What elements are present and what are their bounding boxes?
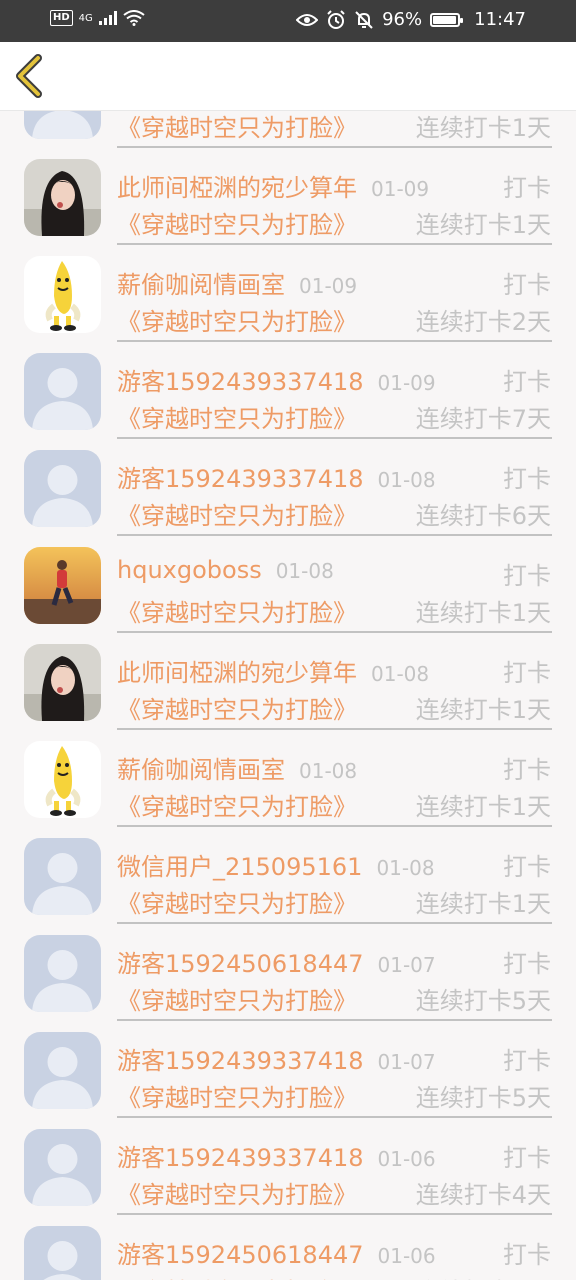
checkin-date: 01-08 bbox=[275, 559, 334, 583]
streak-label: 连续打卡4天 bbox=[416, 1272, 551, 1280]
checkin-action-label: 打卡 bbox=[503, 1241, 551, 1269]
checkin-row[interactable]: 薪偷咖阅情画室 01-09 打卡 《穿越时空只为打脸》 连续打卡2天 bbox=[0, 229, 576, 342]
user-name: 游客1592439337418 01-08 bbox=[117, 459, 436, 494]
nav-bar bbox=[0, 42, 576, 111]
user-name: 微信用户_215095161 01-08 bbox=[117, 847, 435, 882]
checkin-row[interactable]: 游客1592450618447 01-07 打卡 《穿越时空只为打脸》 连续打卡5… bbox=[0, 908, 576, 1021]
checkin-date: 01-06 bbox=[377, 1244, 436, 1268]
banana-avatar bbox=[24, 256, 101, 333]
battery-percent: 96% bbox=[382, 9, 423, 30]
checkin-row[interactable]: hquxgoboss 01-08 打卡 《穿越时空只为打脸》 连续打卡1天 bbox=[0, 520, 576, 633]
user-name-text: 微信用户_215095161 bbox=[117, 853, 363, 881]
default-avatar bbox=[24, 450, 101, 527]
runner-photo-avatar bbox=[24, 547, 101, 624]
checkin-action-label: 打卡 bbox=[503, 465, 551, 493]
checkin-date: 01-09 bbox=[377, 371, 436, 395]
eye-icon bbox=[296, 13, 319, 26]
user-name-text: 薪偷咖阅情画室 bbox=[117, 271, 285, 299]
chevron-left-icon bbox=[16, 54, 42, 98]
checkin-row[interactable]: 此师间椏渊的宛少算年 01-08 打卡 《穿越时空只为打脸》 连续打卡1天 bbox=[0, 617, 576, 730]
default-avatar bbox=[24, 1226, 101, 1280]
user-name-text: 游客1592439337418 bbox=[117, 1144, 364, 1172]
user-name-text: 游客1592439337418 bbox=[117, 465, 364, 493]
default-avatar bbox=[24, 353, 101, 430]
checkin-action-label: 打卡 bbox=[503, 271, 551, 299]
user-name: 游客1592450618447 01-06 bbox=[117, 1235, 436, 1270]
user-name: 游客1592439337418 01-07 bbox=[117, 1041, 436, 1076]
battery-icon bbox=[430, 12, 464, 27]
hd-badge: HD bbox=[50, 10, 73, 26]
checkin-date: 01-09 bbox=[299, 274, 358, 298]
checkin-row[interactable]: 游客1592450618447 01-06 打卡 《穿越时空只为打脸》 连续打卡4… bbox=[0, 1199, 576, 1280]
checkin-action-label: 打卡 bbox=[503, 562, 551, 590]
signal-icon bbox=[98, 11, 117, 25]
banana-avatar bbox=[24, 741, 101, 818]
user-name-text: 游客1592439337418 bbox=[117, 368, 364, 396]
user-name-text: 游客1592450618447 bbox=[117, 950, 364, 978]
checkin-date: 01-08 bbox=[371, 662, 430, 686]
user-name-text: 此师间椏渊的宛少算年 bbox=[117, 659, 357, 687]
user-name: 游客1592439337418 01-06 bbox=[117, 1138, 436, 1173]
checkin-action-label: 打卡 bbox=[503, 174, 551, 202]
back-button[interactable] bbox=[12, 54, 52, 98]
checkin-action-label: 打卡 bbox=[503, 950, 551, 978]
checkin-date: 01-09 bbox=[371, 177, 430, 201]
user-name: 游客1592450618447 01-07 bbox=[117, 944, 436, 979]
checkin-row[interactable]: 薪偷咖阅情画室 01-08 打卡 《穿越时空只为打脸》 连续打卡1天 bbox=[0, 714, 576, 827]
checkin-date: 01-07 bbox=[377, 953, 436, 977]
checkin-action-label: 打卡 bbox=[503, 1047, 551, 1075]
checkin-row[interactable]: 微信用户_215095161 01-08 打卡 《穿越时空只为打脸》 连续打卡1天 bbox=[0, 811, 576, 924]
checkin-row[interactable]: 游客159243933741801-09 打卡 《穿越时空只为打脸》 连续打卡1… bbox=[0, 111, 576, 148]
user-name-text: 游客1592439337418 bbox=[117, 1047, 364, 1075]
checkin-row[interactable]: 游客1592439337418 01-06 打卡 《穿越时空只为打脸》 连续打卡4… bbox=[0, 1102, 576, 1215]
clock: 11:47 bbox=[474, 9, 526, 30]
user-name: 游客1592439337418 01-09 bbox=[117, 362, 436, 397]
girl-photo-avatar bbox=[24, 644, 101, 721]
checkin-date: 01-07 bbox=[377, 1050, 436, 1074]
default-avatar bbox=[24, 1032, 101, 1109]
user-name: 此师间椏渊的宛少算年 01-09 bbox=[117, 168, 429, 203]
user-name: 此师间椏渊的宛少算年 01-08 bbox=[117, 653, 429, 688]
user-name-text: 此师间椏渊的宛少算年 bbox=[117, 174, 357, 202]
girl-photo-avatar bbox=[24, 159, 101, 236]
alarm-icon bbox=[327, 9, 345, 29]
checkin-action-label: 打卡 bbox=[503, 756, 551, 784]
checkin-date: 01-08 bbox=[376, 856, 435, 880]
bell-off-icon bbox=[355, 10, 373, 29]
checkin-row[interactable]: 游客1592439337418 01-07 打卡 《穿越时空只为打脸》 连续打卡5… bbox=[0, 1005, 576, 1118]
default-avatar bbox=[24, 838, 101, 915]
checkin-date: 01-06 bbox=[377, 1147, 436, 1171]
checkin-action-label: 打卡 bbox=[503, 659, 551, 687]
checkin-row[interactable]: 游客1592439337418 01-09 打卡 《穿越时空只为打脸》 连续打卡7… bbox=[0, 326, 576, 439]
checkin-action-label: 打卡 bbox=[503, 1144, 551, 1172]
user-name: hquxgoboss 01-08 bbox=[117, 556, 334, 584]
wifi-icon bbox=[123, 10, 145, 26]
checkin-row[interactable]: 游客1592439337418 01-08 打卡 《穿越时空只为打脸》 连续打卡6… bbox=[0, 423, 576, 536]
default-avatar bbox=[24, 1129, 101, 1206]
user-name-text: hquxgoboss bbox=[117, 556, 262, 584]
checkin-action-label: 打卡 bbox=[503, 368, 551, 396]
status-bar: HD 4G 96% 11:47 bbox=[0, 0, 576, 42]
user-name-text: 游客1592450618447 bbox=[117, 1241, 364, 1269]
checkin-action-label: 打卡 bbox=[503, 853, 551, 881]
checkin-date: 01-08 bbox=[377, 468, 436, 492]
checkin-row[interactable]: 此师间椏渊的宛少算年 01-09 打卡 《穿越时空只为打脸》 连续打卡1天 bbox=[0, 132, 576, 245]
default-avatar bbox=[24, 935, 101, 1012]
network-label: 4G bbox=[78, 12, 93, 24]
checkin-list[interactable]: 游客159243933741801-09 打卡 《穿越时空只为打脸》 连续打卡1… bbox=[0, 111, 576, 1280]
user-name: 薪偷咖阅情画室 01-09 bbox=[117, 265, 357, 300]
user-name-text: 薪偷咖阅情画室 bbox=[117, 756, 285, 784]
user-name: 薪偷咖阅情画室 01-08 bbox=[117, 750, 357, 785]
book-title[interactable]: 《穿越时空只为打脸》 bbox=[117, 1272, 357, 1280]
checkin-date: 01-08 bbox=[299, 759, 358, 783]
